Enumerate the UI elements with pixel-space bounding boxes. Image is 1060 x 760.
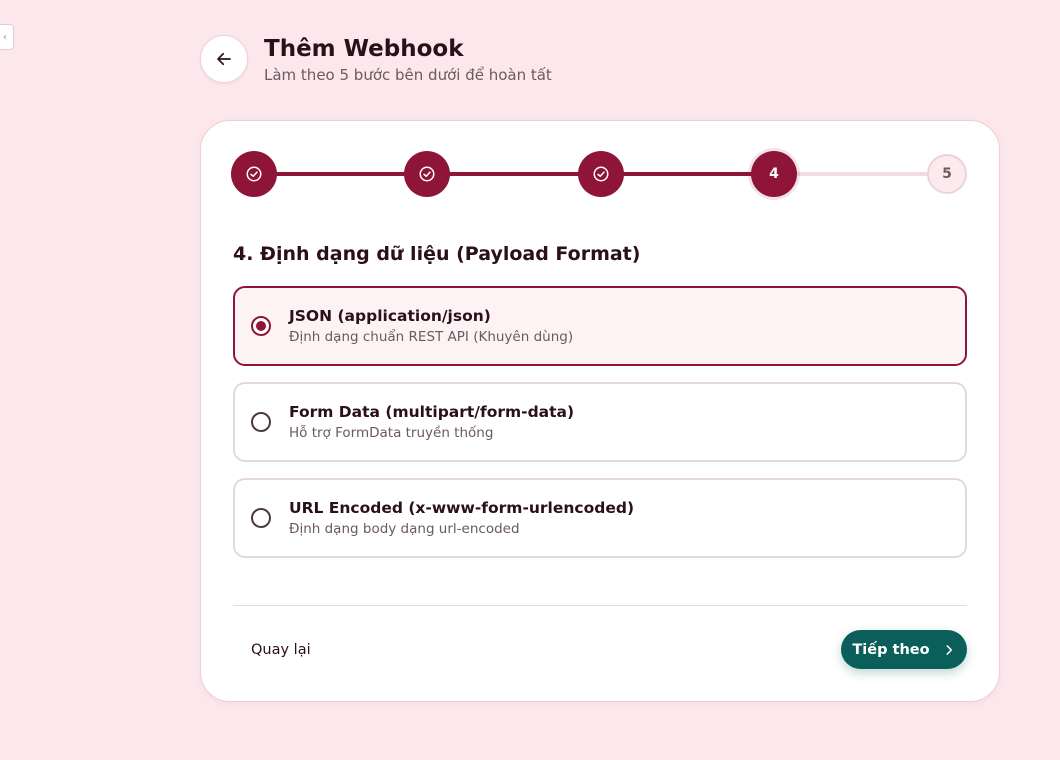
option-title: Form Data (multipart/form-data) [289,403,575,421]
option-description: Định dạng body dạng url-encoded [289,521,520,537]
page-subtitle: Làm theo 5 bước bên dưới để hoàn tất [264,66,552,84]
check-circle-icon [246,166,262,182]
option-url-encoded[interactable]: URL Encoded (x-www-form-urlencoded) Định… [233,478,967,558]
step-connector-1 [254,172,427,176]
arrow-left-icon [217,52,231,66]
option-form-data[interactable]: Form Data (multipart/form-data) Hỗ trợ F… [233,382,967,462]
radio-json[interactable] [251,316,271,336]
step-connector-4 [774,172,944,176]
footer-divider [233,605,967,606]
radio-form-data[interactable] [251,412,271,432]
chevron-left-icon: ‹ [3,31,7,43]
check-circle-icon [419,166,435,182]
collapsed-panel-tab[interactable]: ‹ [0,24,14,50]
page-header: Thêm Webhook Làm theo 5 bước bên dưới để… [200,34,552,84]
chevron-right-icon [942,643,956,657]
option-description: Hỗ trợ FormData truyền thống [289,425,494,441]
step-1-complete [231,151,277,197]
page-title: Thêm Webhook [264,36,464,62]
next-step-button[interactable]: Tiếp theo [841,630,967,669]
step-connector-2 [427,172,601,176]
next-button-label: Tiếp theo [852,641,930,658]
check-circle-icon [593,166,609,182]
option-description: Định dạng chuẩn REST API (Khuyên dùng) [289,329,574,345]
step-connector-3 [601,172,774,176]
back-button[interactable] [200,35,248,83]
stepper: 4 5 [231,151,967,197]
step-4-current: 4 [751,151,797,197]
radio-selected-dot [256,321,266,331]
step-5-pending: 5 [927,154,967,194]
radio-url-encoded[interactable] [251,508,271,528]
wizard-card: 4 5 4. Định dạng dữ liệu (Payload Format… [200,120,1000,702]
option-title: URL Encoded (x-www-form-urlencoded) [289,499,635,517]
option-json[interactable]: JSON (application/json) Định dạng chuẩn … [233,286,967,366]
step-3-complete [578,151,624,197]
option-title: JSON (application/json) [289,307,491,325]
section-title: 4. Định dạng dữ liệu (Payload Format) [233,243,641,265]
step-2-complete [404,151,450,197]
back-step-button[interactable]: Quay lại [241,635,321,665]
